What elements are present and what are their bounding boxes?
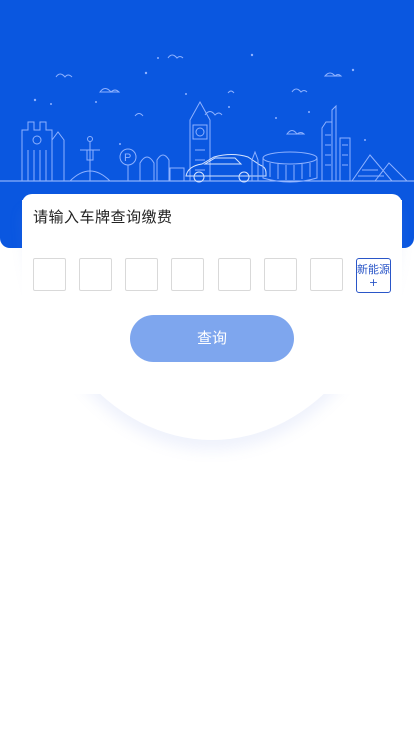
new-energy-label: 新能源	[357, 263, 390, 276]
plate-slot-4[interactable]	[171, 258, 204, 291]
plate-slot-5[interactable]	[218, 258, 251, 291]
plate-slot-7[interactable]	[310, 258, 343, 291]
plate-query-card: 请输入车牌查询缴费 新能源 + 查询	[22, 194, 402, 394]
plus-icon: +	[368, 276, 379, 289]
card-title: 请输入车牌查询缴费	[33, 208, 173, 226]
plate-slot-6[interactable]	[264, 258, 297, 291]
svg-text:P: P	[124, 152, 131, 164]
plate-slot-3[interactable]	[125, 258, 158, 291]
query-button[interactable]: 查询	[130, 315, 294, 362]
city-skyline-illustration: P	[0, 53, 414, 183]
plate-slot-1[interactable]	[33, 258, 66, 291]
plate-slot-2[interactable]	[79, 258, 112, 291]
new-energy-slot-button[interactable]: 新能源 +	[356, 258, 391, 293]
